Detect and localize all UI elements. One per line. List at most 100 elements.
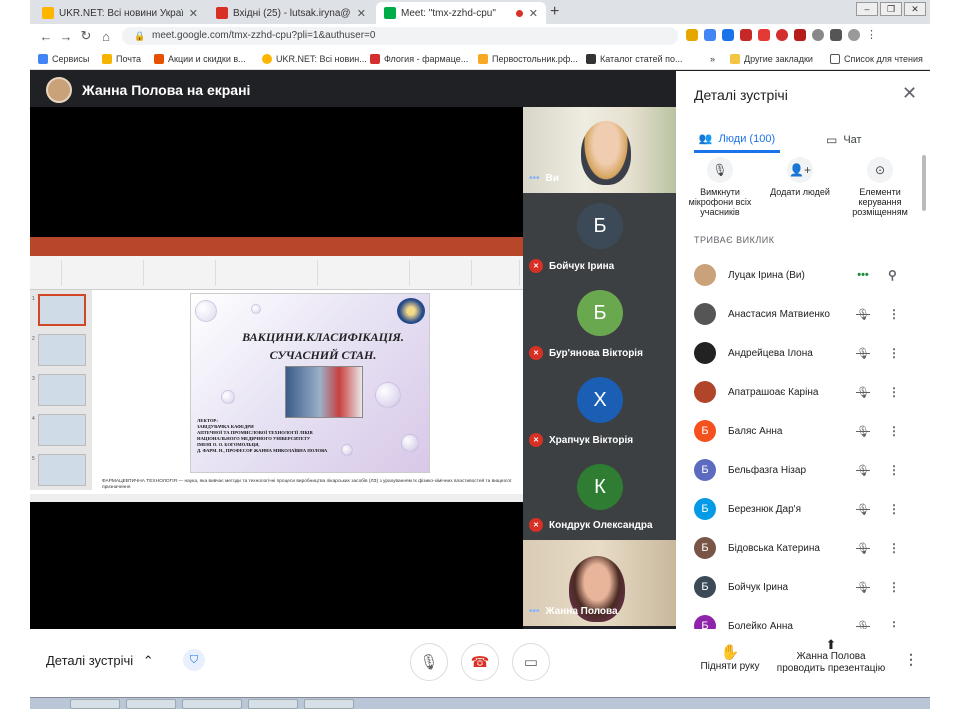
extension-icon[interactable] xyxy=(704,29,716,41)
slide-thumbnail[interactable] xyxy=(38,374,86,406)
bookmark[interactable]: Сервисы xyxy=(38,54,89,64)
more-options-icon[interactable]: ⋮ xyxy=(888,424,900,438)
bookmark-icon xyxy=(370,54,380,64)
talking-icon: ••• xyxy=(529,606,540,617)
bookmark[interactable]: Почта xyxy=(102,54,141,64)
taskbar-item[interactable] xyxy=(182,699,242,709)
menu-icon[interactable]: ⋮ xyxy=(866,29,878,41)
extension-icon[interactable] xyxy=(722,29,734,41)
more-options-icon[interactable]: ⋮ xyxy=(888,463,900,477)
hand-icon: ✋ xyxy=(720,644,740,661)
add-people-button[interactable]: 👤+ Додати людей xyxy=(758,153,842,197)
more-options-icon[interactable]: ⋮ xyxy=(888,307,900,321)
minimize-button[interactable]: – xyxy=(856,2,878,16)
reading-list[interactable]: Список для чтения xyxy=(830,54,923,64)
participant-avatar: Б xyxy=(694,498,716,520)
more-options-icon[interactable]: ⋮ xyxy=(888,502,900,516)
powerpoint-tabs xyxy=(30,248,523,256)
puzzle-icon[interactable] xyxy=(830,29,842,41)
taskbar-item[interactable] xyxy=(304,699,354,709)
participant-row[interactable]: Апатрашоає Каріна 🎙 ⋮ xyxy=(694,377,914,407)
adblock-icon[interactable] xyxy=(776,29,788,41)
mute-all-button[interactable]: 🎙 Вимкнути мікрофони всіх учасників xyxy=(678,153,762,217)
home-icon[interactable]: ⌂ xyxy=(96,29,116,44)
host-controls-button[interactable]: ⊙ Елементи керування розміщенням xyxy=(838,153,922,217)
tab-people[interactable]: 👥 Люди (100) xyxy=(694,127,780,153)
reload-icon[interactable]: ↻ xyxy=(76,28,96,44)
browser-tab[interactable]: UKR.NET: Всі новини України, ос ✕ xyxy=(34,2,206,24)
participant-row[interactable]: Б Березнюк Дар'я 🎙 ⋮ xyxy=(694,494,914,524)
participant-row[interactable]: Б Баляс Анна 🎙 ⋮ xyxy=(694,416,914,446)
slide-thumbnail[interactable] xyxy=(38,414,86,446)
tab-chat[interactable]: ▭ Чат xyxy=(826,127,862,153)
more-options-icon[interactable]: ⋮ xyxy=(888,580,900,594)
participant-tile[interactable]: Х ✕ Храпчук Вікторія xyxy=(523,367,676,454)
present-icon: ⬆ xyxy=(825,637,837,652)
presenter-name: Жанна Полова на екрані xyxy=(82,82,251,98)
bookmarks-overflow-button[interactable]: » xyxy=(710,54,715,64)
participant-row[interactable]: Анастасия Матвиенко 🎙 ⋮ xyxy=(694,299,914,329)
leave-call-button[interactable]: ☎ xyxy=(461,643,499,681)
bookmark[interactable]: Флогия - фармаце... xyxy=(370,54,468,64)
close-window-button[interactable]: ✕ xyxy=(904,2,926,16)
slide-title: ВАКЦИНИ.КЛАСИФІКАЦІЯ. xyxy=(242,330,404,344)
more-options-icon[interactable]: ⋮ xyxy=(888,385,900,399)
browser-tab[interactable]: Вхідні (25) - lutsak.iryna@pharm ✕ xyxy=(208,2,374,24)
participant-tile[interactable]: Б ✕ Бур'янова Вікторія xyxy=(523,280,676,367)
restore-button[interactable]: ❐ xyxy=(880,2,902,16)
participant-tile[interactable]: ••• Жанна Полова xyxy=(523,540,676,626)
participant-row[interactable]: Б Бельфазга Нізар 🎙 ⋮ xyxy=(694,455,914,485)
tile-name: ✕ Кондрук Олександра xyxy=(529,518,653,532)
meeting-details-button[interactable]: Деталі зустрічі ⌃ xyxy=(46,653,154,669)
mic-button[interactable]: 🎙 xyxy=(410,643,448,681)
taskbar-item[interactable] xyxy=(126,699,176,709)
more-options-icon[interactable]: ⋮ xyxy=(888,346,900,360)
bookmark-folder[interactable]: Другие закладки xyxy=(730,54,813,64)
participant-row[interactable]: Б Бойчук Ірина 🎙 ⋮ xyxy=(694,572,914,602)
panel-scrollbar[interactable] xyxy=(922,155,926,211)
close-icon[interactable]: ✕ xyxy=(902,83,917,104)
mic-off-icon: 🎙 xyxy=(856,503,870,516)
slide-subtitle: СУЧАСНИЙ СТАН. xyxy=(269,348,377,362)
slide-thumbnail[interactable] xyxy=(38,334,86,366)
url-input[interactable]: 🔒 meet.google.com/tmx-zzhd-cpu?pli=1&aut… xyxy=(122,27,678,45)
back-arrow-icon[interactable]: ← xyxy=(36,29,56,44)
participant-tile[interactable]: Б ✕ Бойчук Ірина xyxy=(523,193,676,280)
bookmark[interactable]: Каталог статей по... xyxy=(586,54,682,64)
extension-icon[interactable] xyxy=(740,29,752,41)
more-options-icon[interactable]: ⋮ xyxy=(904,651,918,668)
participant-tile[interactable]: ••• Ви xyxy=(523,107,676,193)
participant-row[interactable]: Луцак Ірина (Ви) ••• ⚲ xyxy=(694,260,914,290)
bookmark[interactable]: Первостольник.рф... xyxy=(478,54,578,64)
extension-icon[interactable] xyxy=(812,29,824,41)
profile-avatar[interactable] xyxy=(848,29,860,41)
close-icon[interactable]: ✕ xyxy=(529,7,538,20)
powerpoint-statusbar xyxy=(30,494,523,502)
taskbar-item[interactable] xyxy=(70,699,120,709)
close-icon[interactable]: ✕ xyxy=(357,7,366,20)
extension-icon[interactable] xyxy=(758,29,770,41)
presenter-label: Жанна Полова на екрані xyxy=(46,77,250,103)
more-options-icon[interactable]: ⋮ xyxy=(888,541,900,555)
slide-thumbnail[interactable] xyxy=(38,454,86,486)
extension-icon[interactable] xyxy=(686,29,698,41)
taskbar-item[interactable] xyxy=(248,699,298,709)
participant-name: Бельфазга Нізар xyxy=(728,464,807,476)
bookmark[interactable]: Акции и скидки в... xyxy=(154,54,246,64)
close-icon[interactable]: ✕ xyxy=(189,7,198,20)
forward-arrow-icon[interactable]: → xyxy=(56,29,76,44)
new-tab-button[interactable]: + xyxy=(550,3,559,21)
shield-icon[interactable]: ⛉ xyxy=(183,649,205,671)
bookmark[interactable]: UKR.NET: Всі новин... xyxy=(262,54,367,64)
pin-icon[interactable]: ⚲ xyxy=(888,268,897,282)
browser-tab-active[interactable]: Meet: "tmx-zzhd-cpu" ✕ xyxy=(376,2,546,24)
present-button[interactable]: ⬆ Жанна Полова проводить презентацію xyxy=(772,637,890,675)
camera-button[interactable]: ▭ xyxy=(512,643,550,681)
camera-icon: ▭ xyxy=(523,654,539,671)
slide-thumbnail[interactable] xyxy=(38,294,86,326)
raise-hand-button[interactable]: ✋ Підняти руку xyxy=(690,643,770,672)
extension-icon[interactable] xyxy=(794,29,806,41)
participant-row[interactable]: Б Бідовська Катерина 🎙 ⋮ xyxy=(694,533,914,563)
participant-tile[interactable]: К ✕ Кондрук Олександра xyxy=(523,454,676,540)
participant-row[interactable]: Андрейцева Ілона 🎙 ⋮ xyxy=(694,338,914,368)
